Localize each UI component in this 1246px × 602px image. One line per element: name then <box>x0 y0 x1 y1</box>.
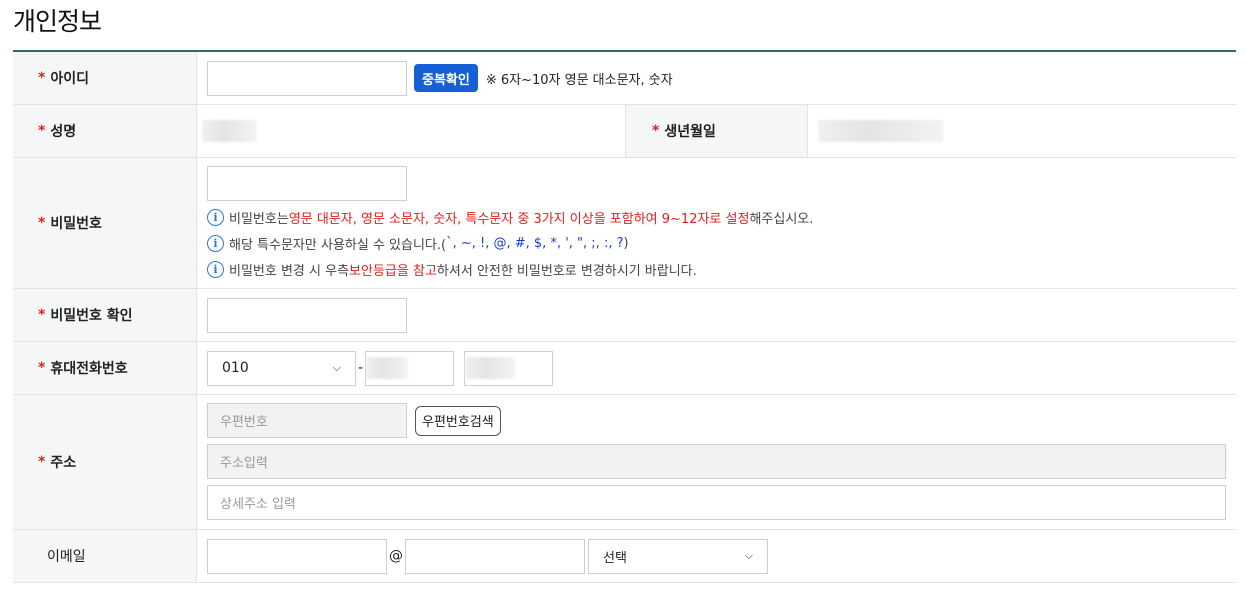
phone-last-input[interactable] <box>464 350 554 386</box>
email-domain-input[interactable] <box>405 538 585 574</box>
email-at: @ <box>389 548 403 564</box>
label-password: * 비밀번호 <box>13 158 197 288</box>
phone-dash: - <box>358 360 364 376</box>
chevron-down-icon: ⌵ <box>744 549 753 562</box>
label-id: * 아이디 <box>13 52 197 104</box>
password-rule-3: i 비밀번호 변경 시 우측 보안등급을 참고 하셔서 안전한 비밀번호로 변경하… <box>207 256 697 282</box>
row-address: * 주소 우편번호 우편번호검색 주소입력 상세주소 입력 <box>13 395 1236 530</box>
label-email: 이메일 <box>13 530 197 582</box>
password-rule-1: i 비밀번호는 영문 대문자, 영문 소문자, 숫자, 특수문자 중 3가지 이… <box>207 204 813 230</box>
password-rule-2: i 해당 특수문자만 사용하실 수 있습니다.( `, ~, !, @, #, … <box>207 230 629 256</box>
email-domain-select[interactable]: 선택 ⌵ <box>588 538 768 574</box>
label-address: * 주소 <box>13 395 197 529</box>
zipcode-input[interactable]: 우편번호 <box>207 403 407 438</box>
row-email: 이메일 @ 선택 ⌵ <box>13 530 1236 583</box>
row-id: * 아이디 중복확인 ※ 6자~10자 영문 대소문자, 숫자 <box>13 52 1236 105</box>
personal-info-form: * 아이디 중복확인 ※ 6자~10자 영문 대소문자, 숫자 * 성명 * 생년월일… <box>13 50 1236 583</box>
row-phone: * 휴대전화번호 010 ⌵ - <box>13 342 1236 395</box>
id-hint: ※ 6자~10자 영문 대소문자, 숫자 <box>485 72 673 88</box>
name-value-redacted <box>202 120 257 142</box>
label-phone: * 휴대전화번호 <box>13 342 197 394</box>
duplicate-check-button[interactable]: 중복확인 <box>414 64 478 92</box>
row-password-confirm: * 비밀번호 확인 <box>13 289 1236 342</box>
address-detail-input[interactable]: 상세주소 입력 <box>207 485 1226 520</box>
label-birth: * 생년월일 <box>625 105 808 157</box>
row-name: * 성명 * 생년월일 <box>13 105 1236 158</box>
password-confirm-input[interactable] <box>207 297 407 333</box>
phone-prefix-select[interactable]: 010 ⌵ <box>207 350 356 386</box>
chevron-down-icon: ⌵ <box>332 361 341 374</box>
row-password: * 비밀번호 i 비밀번호는 영문 대문자, 영문 소문자, 숫자, 특수문자 중… <box>13 158 1236 289</box>
label-password-confirm: * 비밀번호 확인 <box>13 289 197 341</box>
info-icon: i <box>207 260 224 278</box>
info-icon: i <box>207 208 224 226</box>
label-name: * 성명 <box>13 105 197 157</box>
address-input[interactable]: 주소입력 <box>207 444 1226 479</box>
phone-middle-input[interactable] <box>365 350 455 386</box>
id-input[interactable] <box>207 60 407 96</box>
password-input[interactable] <box>207 166 407 201</box>
info-icon: i <box>207 234 224 252</box>
page-title: 개인정보 <box>13 7 102 36</box>
zipcode-search-button[interactable]: 우편번호검색 <box>415 405 501 436</box>
birth-value-redacted <box>818 120 943 142</box>
email-id-input[interactable] <box>207 538 387 574</box>
